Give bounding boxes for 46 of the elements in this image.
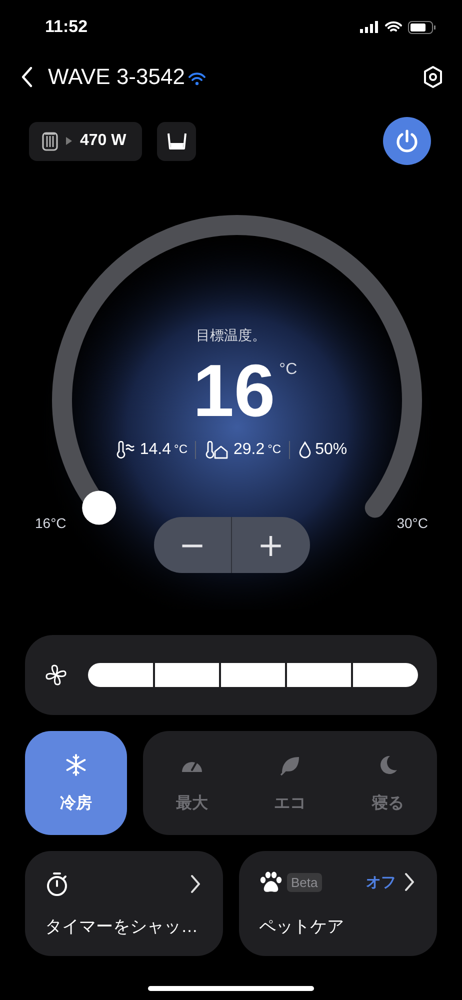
target-temperature: 16 — [192, 351, 276, 431]
triangle-icon — [66, 137, 72, 145]
timer-card[interactable]: タイマーをシャッ… — [25, 851, 223, 956]
moon-icon — [378, 754, 398, 774]
wifi-icon — [385, 21, 402, 33]
target-label: 目標温度。 — [196, 327, 266, 345]
power-icon — [394, 128, 420, 154]
increase-button[interactable]: + — [232, 517, 310, 573]
reading-value: 29.2 — [233, 441, 265, 459]
tank-icon — [166, 132, 187, 150]
power-chip[interactable]: 470 W — [29, 122, 142, 160]
heater-icon — [42, 131, 58, 151]
min-temperature: 16°C — [35, 515, 66, 531]
settings-icon[interactable] — [422, 65, 444, 89]
card-label: ペットケア — [259, 916, 345, 938]
reading-unit: °C — [268, 442, 282, 456]
tank-chip[interactable] — [157, 122, 196, 160]
temperature-unit: °C — [279, 361, 298, 379]
chevron-icon — [404, 872, 415, 892]
fan-speed-slider[interactable] — [88, 663, 418, 687]
stopwatch-icon — [45, 871, 69, 897]
dial-thumb[interactable] — [82, 490, 116, 525]
mode-button[interactable]: 冷房 — [25, 731, 127, 835]
decrease-button[interactable]: − — [154, 517, 231, 573]
outdoor-thermometer-icon — [114, 441, 137, 459]
reading-value: 50% — [315, 441, 348, 459]
back-icon[interactable] — [20, 66, 34, 88]
snowflake-icon — [64, 752, 88, 776]
battery-icon — [408, 20, 436, 34]
status-text: オフ — [366, 872, 396, 892]
reading-value: 14.4 — [140, 441, 172, 459]
power-reading: 470 W — [80, 132, 126, 150]
paw-icon — [259, 871, 283, 893]
indoor-thermometer-icon — [204, 441, 230, 459]
beta-badge: Beta — [287, 872, 322, 892]
max-temperature: 30°C — [396, 515, 428, 531]
pet-care-card[interactable]: Beta オフ ペットケア — [239, 851, 437, 956]
device-title: WAVE 3-3542 — [48, 64, 185, 90]
signal-icon — [360, 21, 379, 33]
power-button[interactable] — [383, 117, 431, 165]
reading-unit: °C — [174, 442, 188, 456]
fan-icon — [44, 663, 68, 687]
droplet-icon — [298, 441, 312, 459]
chevron-icon — [190, 874, 201, 894]
status-time: 11:52 — [45, 17, 88, 37]
card-label: タイマーをシャッ… — [45, 916, 199, 938]
